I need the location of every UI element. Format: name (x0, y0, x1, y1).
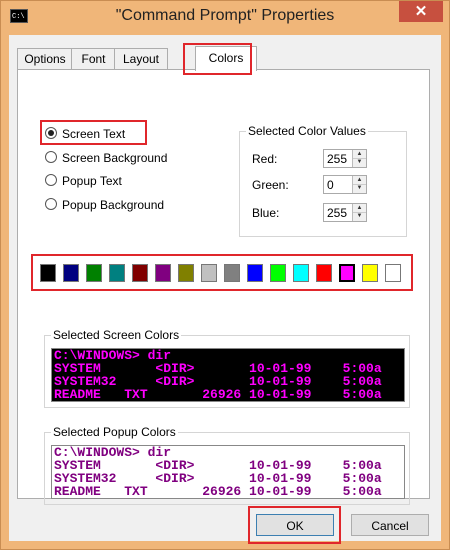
blue-spinner[interactable]: 255 ▲ ▼ (323, 203, 367, 222)
palette-highlight (31, 254, 413, 291)
green-spinner[interactable]: 0 ▲ ▼ (323, 175, 367, 194)
green-spin-buttons[interactable]: ▲ ▼ (352, 176, 366, 193)
red-spin-buttons[interactable]: ▲ ▼ (352, 150, 366, 167)
blue-label: Blue: (252, 206, 280, 220)
selected-color-values-group: Selected Color Values Red: 255 ▲ ▼ Green:… (239, 124, 407, 237)
ok-highlight (248, 506, 341, 544)
preview-line: README TXT 26926 10-01-99 5:00a (54, 387, 382, 402)
screen-text-highlight (40, 120, 147, 145)
spin-down-icon[interactable]: ▼ (353, 184, 366, 192)
radio-indicator[interactable] (45, 198, 57, 210)
group-title: Selected Screen Colors (51, 328, 182, 342)
tab-options[interactable]: Options (17, 48, 73, 69)
radio-label: Popup Text (62, 174, 122, 188)
red-spinner[interactable]: 255 ▲ ▼ (323, 149, 367, 168)
preview-line: README TXT 26926 10-01-99 5:00a (54, 484, 382, 499)
radio-indicator[interactable] (45, 151, 57, 163)
group-title: Selected Color Values (246, 124, 368, 138)
close-button[interactable]: ✕ (399, 1, 443, 22)
popup-preview: C:\WINDOWS> dir SYSTEM <DIR> 10-01-99 5:… (51, 445, 405, 499)
tab-label: Layout (122, 52, 160, 66)
red-value[interactable]: 255 (327, 152, 347, 166)
tab-font[interactable]: Font (71, 48, 116, 69)
group-title: Selected Popup Colors (51, 425, 178, 439)
radio-label: Screen Background (62, 151, 168, 165)
selected-popup-colors-group: Selected Popup Colors C:\WINDOWS> dir SY… (44, 425, 410, 505)
green-label: Green: (252, 178, 289, 192)
colors-tab-highlight (183, 43, 252, 75)
colors-panel: Screen Text Screen Background Popup Text… (17, 69, 430, 505)
cancel-button[interactable]: Cancel (351, 514, 429, 536)
radio-indicator[interactable] (45, 174, 57, 186)
red-label: Red: (252, 152, 278, 166)
tab-label: Options (24, 52, 66, 66)
spin-down-icon[interactable]: ▼ (353, 212, 366, 220)
tab-label: Font (81, 52, 106, 66)
spin-down-icon[interactable]: ▼ (353, 158, 366, 166)
radio-label: Popup Background (62, 198, 165, 212)
green-value[interactable]: 0 (327, 178, 334, 192)
title-bar: C:\ "Command Prompt" Properties ✕ (1, 1, 449, 35)
selected-screen-colors-group: Selected Screen Colors C:\WINDOWS> dir S… (44, 328, 410, 408)
screen-preview: C:\WINDOWS> dir SYSTEM <DIR> 10-01-99 5:… (51, 348, 405, 402)
tab-layout[interactable]: Layout (114, 48, 168, 69)
close-icon: ✕ (414, 3, 428, 20)
cancel-label: Cancel (371, 519, 409, 533)
blue-spin-buttons[interactable]: ▲ ▼ (352, 204, 366, 221)
properties-window: C:\ "Command Prompt" Properties ✕ Option… (0, 0, 450, 550)
window-title: "Command Prompt" Properties (115, 7, 335, 24)
dialog-client: Options Font Layout Colors Screen Text S… (9, 35, 441, 544)
blue-value[interactable]: 255 (327, 206, 347, 220)
